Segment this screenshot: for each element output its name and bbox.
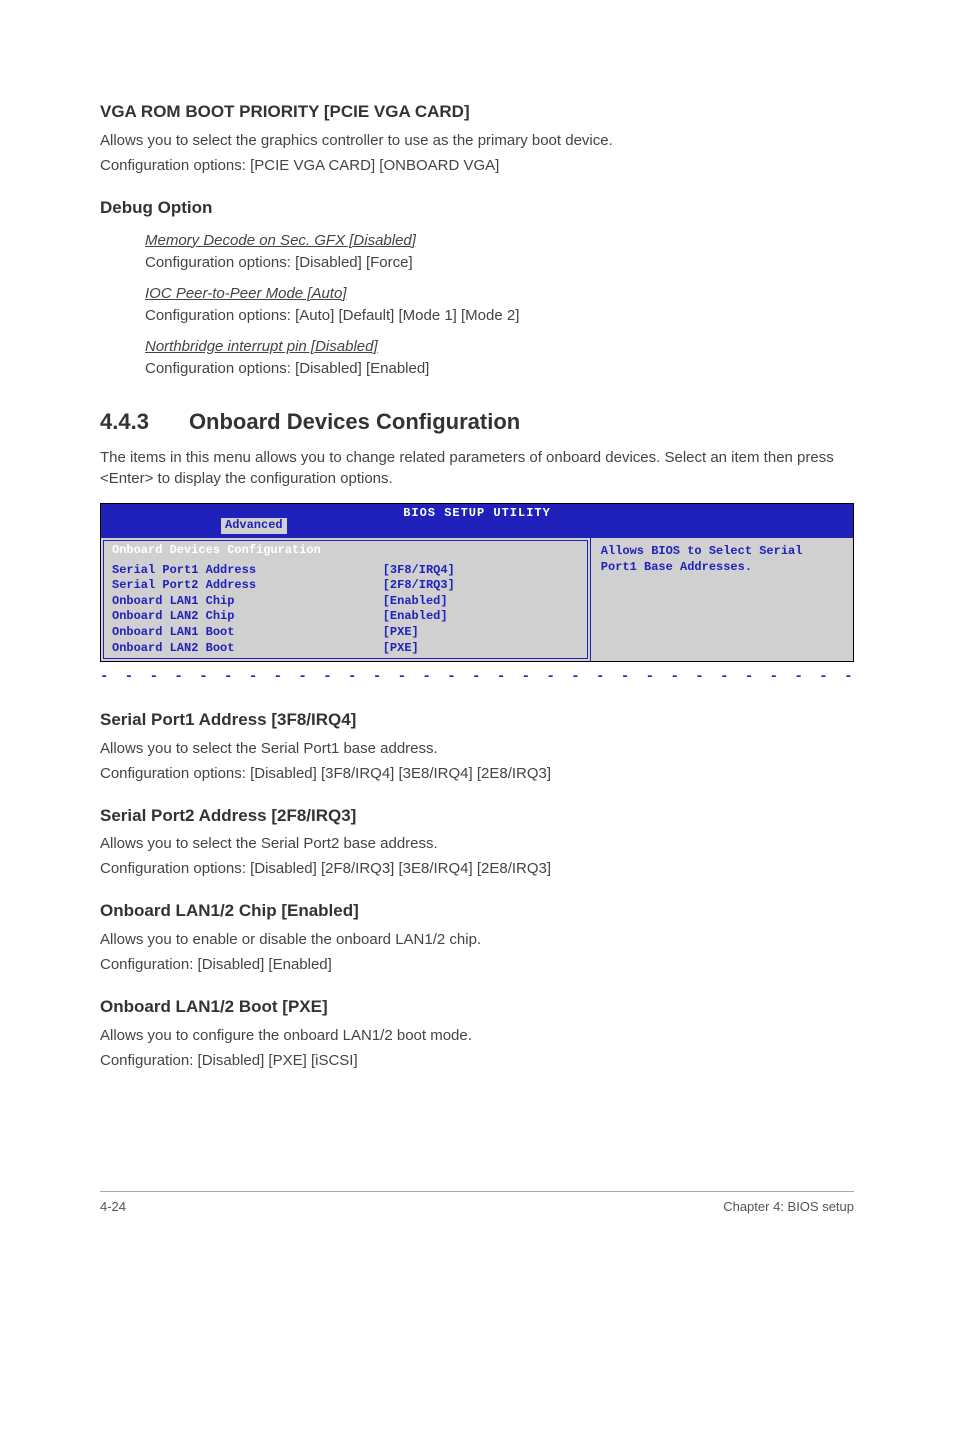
page-footer: 4-24 Chapter 4: BIOS setup xyxy=(100,1191,854,1216)
subheading: IOC Peer-to-Peer Mode [Auto] xyxy=(145,283,854,304)
text: Allows you to select the graphics contro… xyxy=(100,130,854,151)
debug-option-list: Memory Decode on Sec. GFX [Disabled] Con… xyxy=(145,230,854,379)
bios-row-label: Onboard LAN2 Boot xyxy=(112,641,383,657)
bios-tab-advanced: Advanced xyxy=(221,518,287,534)
text: Configuration options: [Disabled] [2F8/I… xyxy=(100,858,854,879)
bios-row-value: [Enabled] xyxy=(383,609,579,625)
bios-row-value: [Enabled] xyxy=(383,594,579,610)
text: Allows you to select the Serial Port1 ba… xyxy=(100,738,854,759)
bios-row: Serial Port2 Address [2F8/IRQ3] xyxy=(112,578,579,594)
bios-panel-title: Onboard Devices Configuration xyxy=(112,543,579,559)
heading-onboard-devices: 4.4.3 Onboard Devices Configuration xyxy=(100,407,854,438)
text: Configuration options: [PCIE VGA CARD] [… xyxy=(100,155,854,176)
bios-row-value: [2F8/IRQ3] xyxy=(383,578,579,594)
text: Configuration: [Disabled] [Enabled] xyxy=(100,954,854,975)
bios-row-label: Onboard LAN1 Chip xyxy=(112,594,383,610)
bios-row-label: Onboard LAN1 Boot xyxy=(112,625,383,641)
heading-lan-chip: Onboard LAN1/2 Chip [Enabled] xyxy=(100,899,854,923)
page-number: 4-24 xyxy=(100,1198,126,1216)
chapter-label: Chapter 4: BIOS setup xyxy=(723,1198,854,1216)
subheading: Northbridge interrupt pin [Disabled] xyxy=(145,336,854,357)
section-number: 4.4.3 xyxy=(100,407,149,438)
bios-header: BIOS SETUP UTILITY Advanced xyxy=(101,504,853,538)
heading-serial-port1: Serial Port1 Address [3F8/IRQ4] xyxy=(100,708,854,732)
bios-row: Onboard LAN2 Chip [Enabled] xyxy=(112,609,579,625)
text: Configuration: [Disabled] [PXE] [iSCSI] xyxy=(100,1050,854,1071)
bios-row-label: Onboard LAN2 Chip xyxy=(112,609,383,625)
bios-row: Serial Port1 Address [3F8/IRQ4] xyxy=(112,563,579,579)
bios-row-value: [3F8/IRQ4] xyxy=(383,563,579,579)
bios-screenshot: BIOS SETUP UTILITY Advanced Onboard Devi… xyxy=(100,503,854,662)
bios-row-value: [PXE] xyxy=(383,641,579,657)
section-title: Onboard Devices Configuration xyxy=(189,409,520,434)
text: Allows you to select the Serial Port2 ba… xyxy=(100,833,854,854)
bios-row: Onboard LAN1 Boot [PXE] xyxy=(112,625,579,641)
bios-row-label: Serial Port1 Address xyxy=(112,563,383,579)
subheading: Memory Decode on Sec. GFX [Disabled] xyxy=(145,230,854,251)
text: Configuration options: [Disabled] [Force… xyxy=(145,252,854,273)
bios-row: Onboard LAN2 Boot [PXE] xyxy=(112,641,579,657)
bios-row-value: [PXE] xyxy=(383,625,579,641)
text: Configuration options: [Disabled] [3F8/I… xyxy=(100,763,854,784)
text: The items in this menu allows you to cha… xyxy=(100,447,854,489)
text: Configuration options: [Auto] [Default] … xyxy=(145,305,854,326)
bios-title: BIOS SETUP UTILITY xyxy=(107,506,847,522)
bios-row: Onboard LAN1 Chip [Enabled] xyxy=(112,594,579,610)
heading-debug-option: Debug Option xyxy=(100,196,854,220)
text: Configuration options: [Disabled] [Enabl… xyxy=(145,358,854,379)
bios-body: Onboard Devices Configuration Serial Por… xyxy=(101,538,853,661)
bios-row-label: Serial Port2 Address xyxy=(112,578,383,594)
heading-serial-port2: Serial Port2 Address [2F8/IRQ3] xyxy=(100,804,854,828)
dashed-divider: - - - - - - - - - - - - - - - - - - - - … xyxy=(100,668,854,688)
text: Allows you to configure the onboard LAN1… xyxy=(100,1025,854,1046)
bios-left-panel: Onboard Devices Configuration Serial Por… xyxy=(101,538,590,661)
bios-help-panel: Allows BIOS to Select Serial Port1 Base … xyxy=(590,538,853,661)
heading-lan-boot: Onboard LAN1/2 Boot [PXE] xyxy=(100,995,854,1019)
heading-vga-rom: VGA ROM BOOT PRIORITY [PCIE VGA CARD] xyxy=(100,100,854,124)
text: Allows you to enable or disable the onbo… xyxy=(100,929,854,950)
